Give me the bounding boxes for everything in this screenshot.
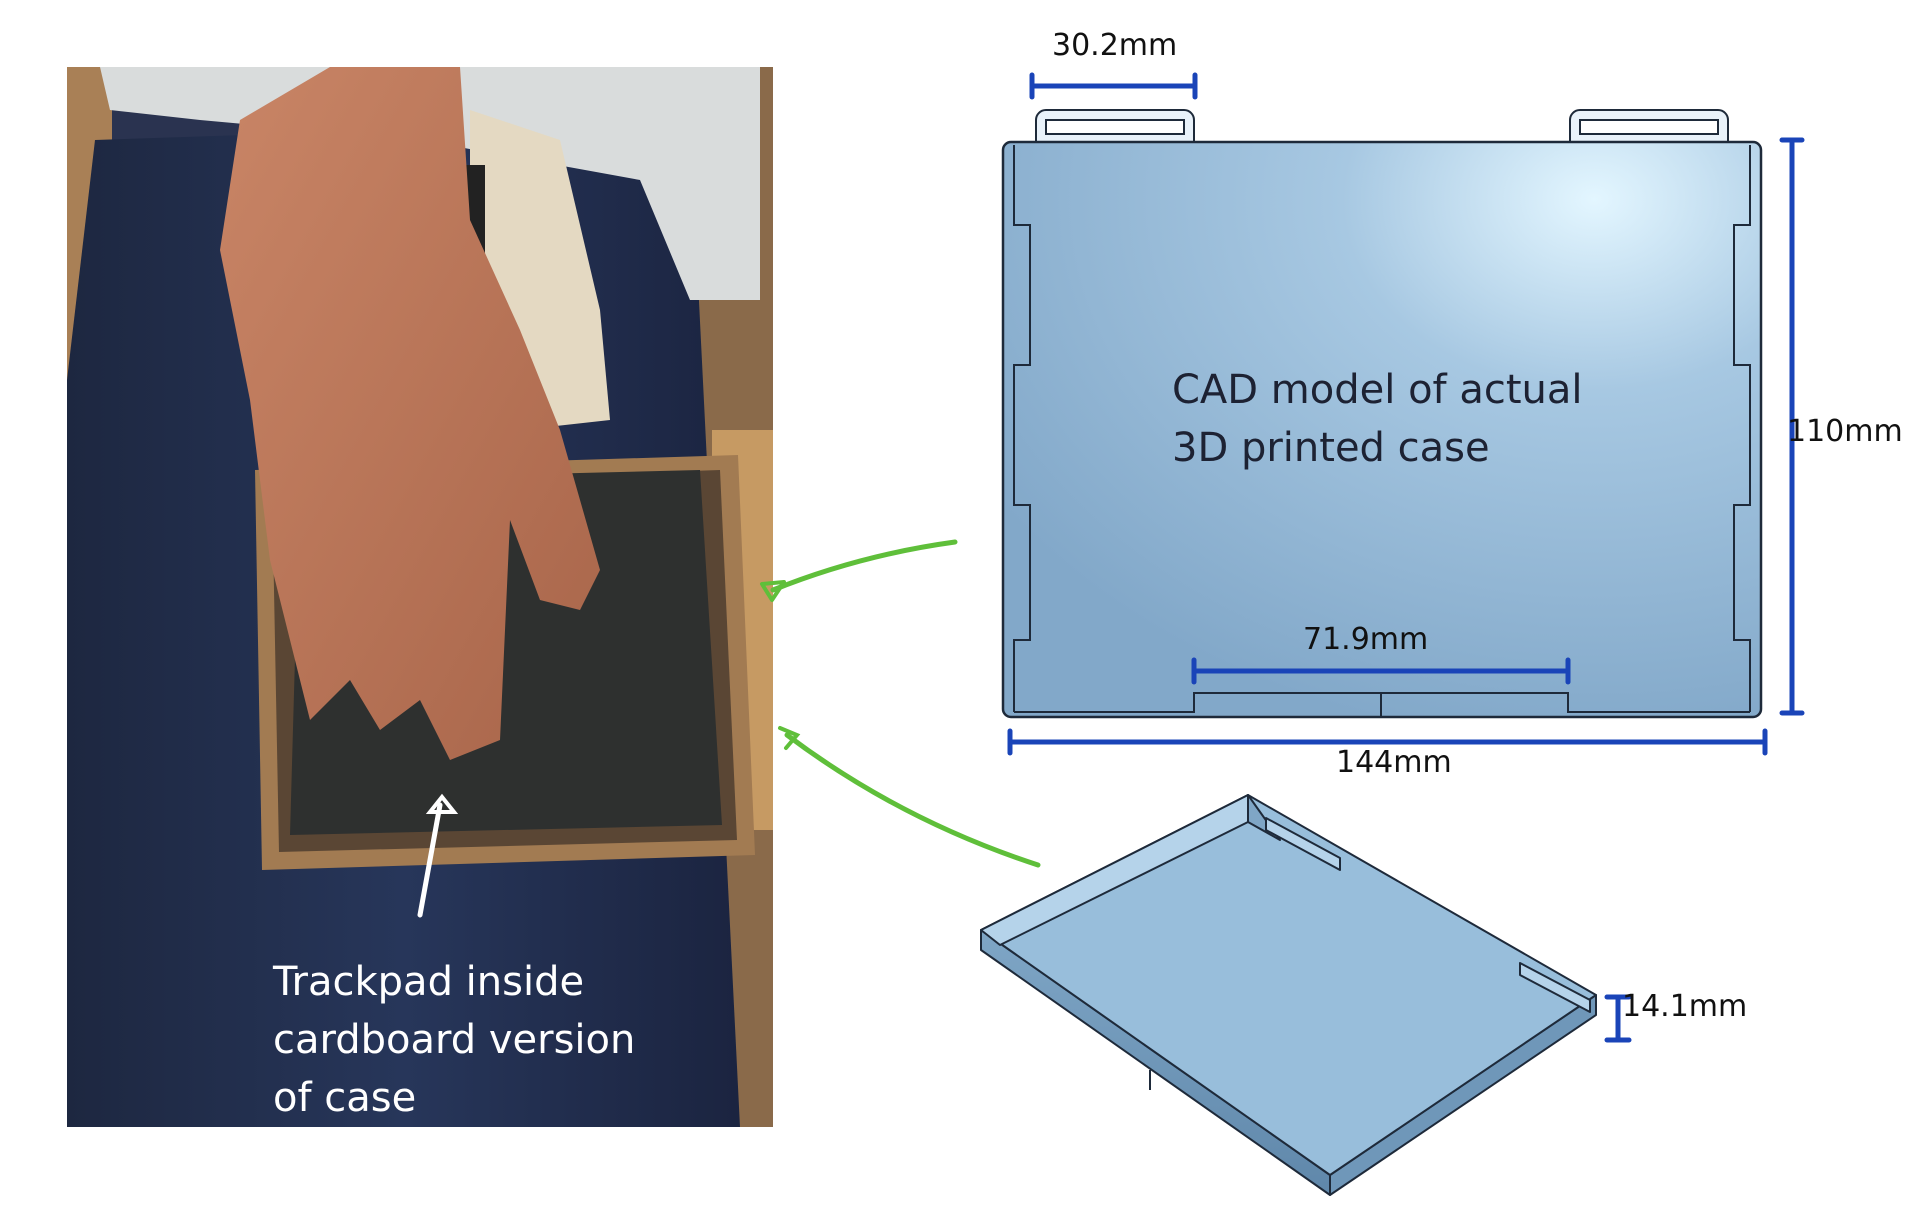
green-arrows: [760, 539, 1041, 868]
dim-height-label: 110mm: [1787, 414, 1903, 449]
green-arrow-bottom: [784, 732, 1041, 868]
dim-depth-label: 14.1mm: [1622, 989, 1748, 1024]
cad-caption: CAD model of actual 3D printed case: [1172, 361, 1583, 477]
dim-tab-width-label: 30.2mm: [1052, 28, 1178, 63]
cad-iso-view: [980, 794, 1597, 1196]
green-arrow-top: [770, 539, 958, 593]
dim-cutout-label: 71.9mm: [1303, 622, 1429, 657]
photo-caption: Trackpad inside cardboard version of cas…: [273, 953, 635, 1127]
iso-floor: [980, 794, 1597, 1176]
left-tab-slot: [1045, 119, 1185, 135]
photo-caption-line-2: cardboard version: [273, 1017, 636, 1063]
cad-caption-line-1: CAD model of actual: [1172, 367, 1583, 413]
cad-caption-line-2: 3D printed case: [1172, 425, 1490, 471]
dim-width-label: 144mm: [1336, 745, 1452, 780]
photo-caption-line-3: of case: [273, 1075, 417, 1121]
right-tab-slot: [1579, 119, 1719, 135]
photo-caption-line-1: Trackpad inside: [273, 959, 585, 1005]
